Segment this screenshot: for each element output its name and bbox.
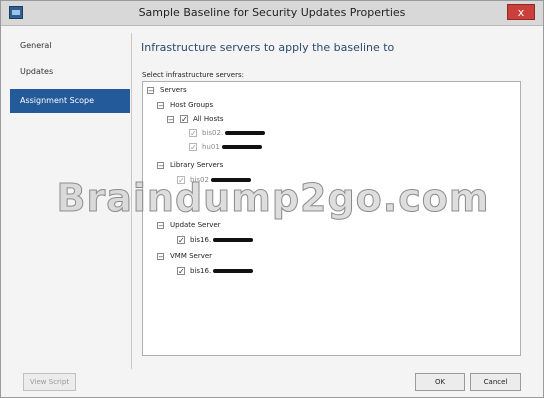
title-bar: Sample Baseline for Security Updates Pro… xyxy=(1,1,543,26)
tree-node-host-groups[interactable]: − Host Groups xyxy=(157,98,213,112)
tree-node-update-server[interactable]: − Update Server xyxy=(157,218,221,232)
redaction xyxy=(221,145,262,149)
tree-node-all-hosts[interactable]: − ✓ All Hosts xyxy=(167,112,224,126)
collapse-icon[interactable]: − xyxy=(157,252,164,260)
redaction xyxy=(213,238,254,242)
section-heading: Infrastructure servers to apply the base… xyxy=(141,41,395,54)
redaction xyxy=(213,269,254,273)
ok-button[interactable]: OK xyxy=(415,373,465,391)
window-title: Sample Baseline for Security Updates Pro… xyxy=(138,6,406,19)
collapse-icon[interactable]: − xyxy=(147,86,154,94)
cancel-button[interactable]: Cancel xyxy=(470,373,521,391)
sidebar-item-assignment-scope[interactable]: Assignment Scope xyxy=(10,89,138,113)
collapse-icon[interactable]: − xyxy=(167,115,174,123)
sidebar-item-updates[interactable]: Updates xyxy=(10,60,130,84)
watermark: Braindump2go.com xyxy=(56,176,490,221)
close-button[interactable]: x xyxy=(507,4,535,20)
tree-node-servers[interactable]: − Servers xyxy=(147,83,187,97)
tree-node-vmm[interactable]: ✓ bis16. xyxy=(177,264,254,278)
checkbox[interactable]: ✓ xyxy=(177,267,185,276)
sidebar-item-general[interactable]: General xyxy=(10,34,130,58)
tree-node-host[interactable]: ✓ hu01 xyxy=(189,140,262,154)
collapse-icon[interactable]: − xyxy=(157,161,164,169)
properties-dialog: Sample Baseline for Security Updates Pro… xyxy=(0,0,544,398)
tree-node-update[interactable]: ✓ bis16. xyxy=(177,233,254,247)
collapse-icon[interactable]: − xyxy=(157,221,164,229)
view-script-button[interactable]: View Script xyxy=(23,373,76,391)
tree-node-host[interactable]: ✓ bis02. xyxy=(189,126,266,140)
checkbox[interactable]: ✓ xyxy=(177,236,185,245)
checkbox[interactable]: ✓ xyxy=(180,115,188,124)
redaction xyxy=(225,131,266,135)
select-label: Select infrastructure servers: xyxy=(142,71,244,79)
checkbox[interactable]: ✓ xyxy=(189,143,197,152)
checkbox[interactable]: ✓ xyxy=(189,129,197,138)
tree-node-library-servers[interactable]: − Library Servers xyxy=(157,158,223,172)
collapse-icon[interactable]: − xyxy=(157,101,164,109)
tree-node-vmm-server[interactable]: − VMM Server xyxy=(157,249,212,263)
